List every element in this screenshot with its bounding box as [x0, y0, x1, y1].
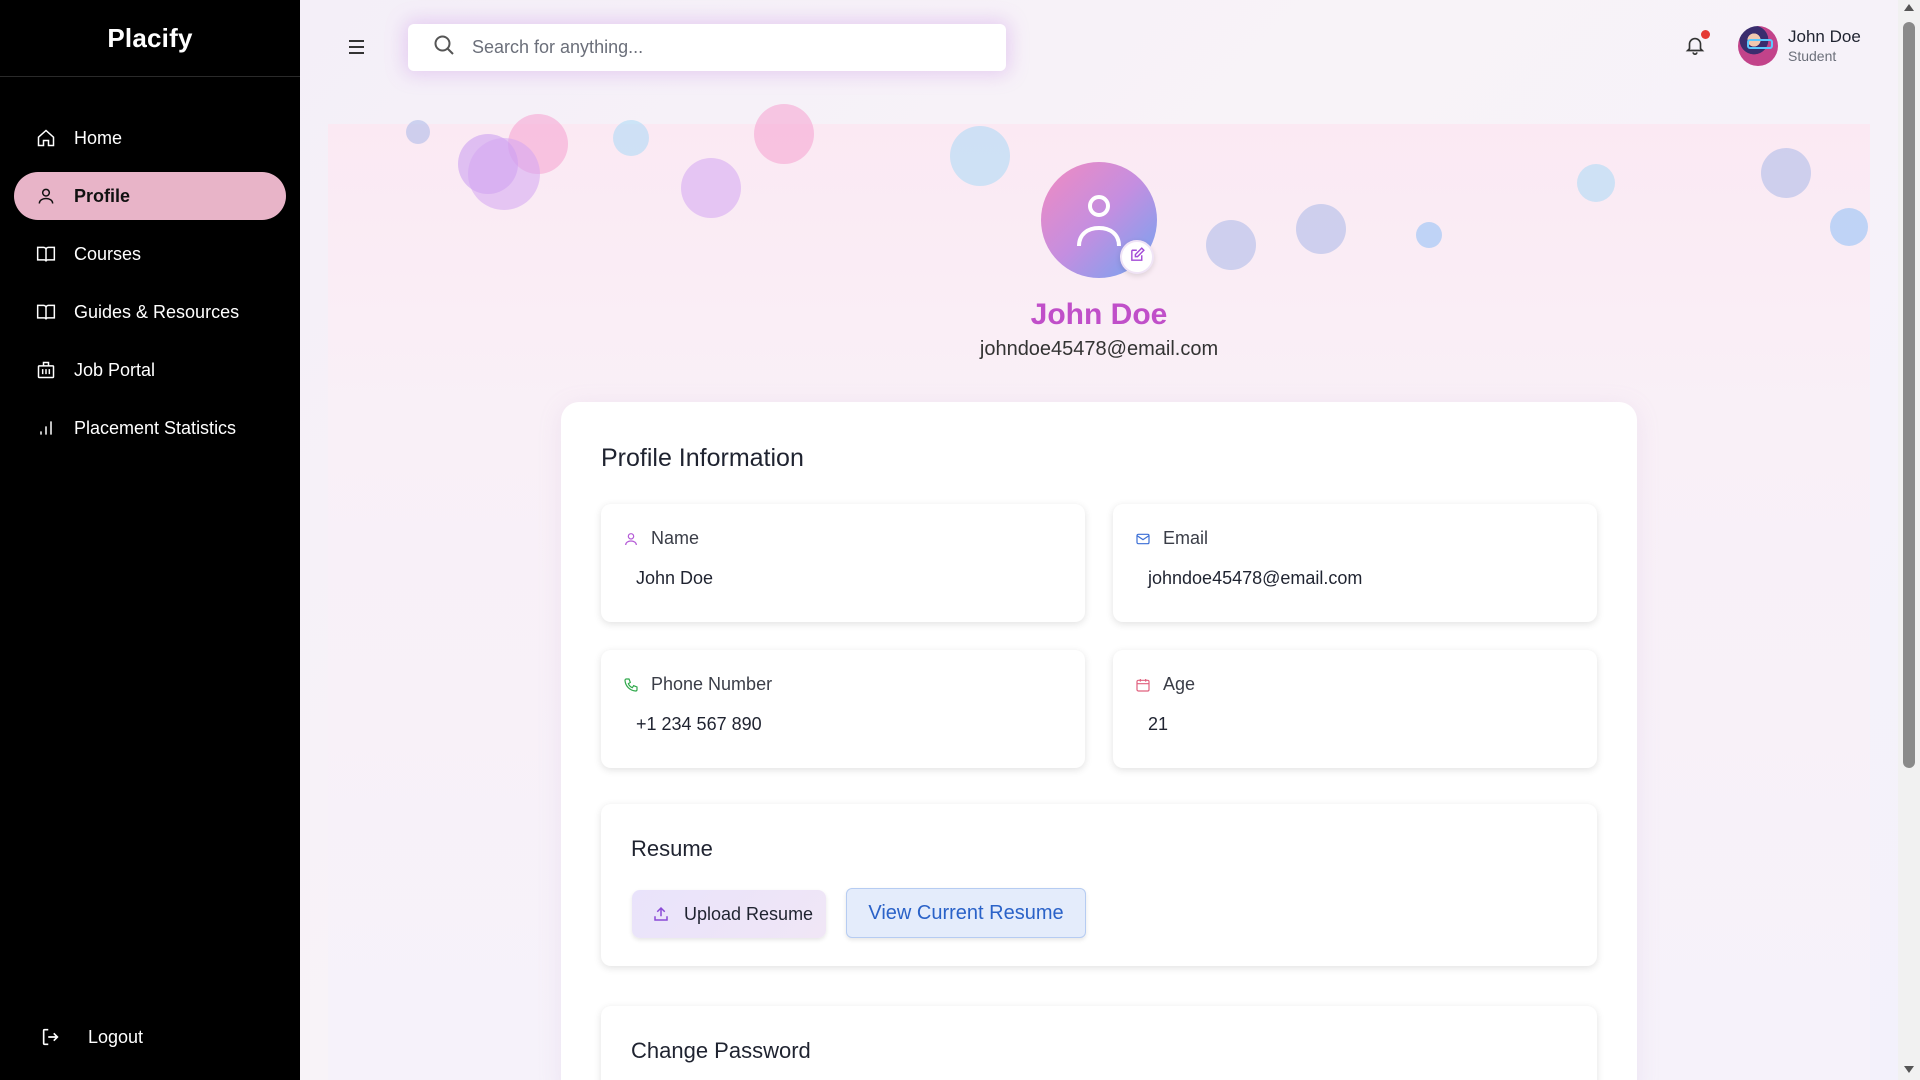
decorative-bubble [1830, 208, 1868, 246]
field-label: Phone Number [651, 674, 773, 694]
profile-name: John Doe [1030, 298, 1168, 331]
user-role: Student [1788, 47, 1837, 64]
user-name: John Doe [1788, 27, 1861, 47]
sidebar: Placify Home Profile Courses Guides & Re… [0, 0, 300, 1080]
decorative-bubble [1206, 220, 1256, 270]
sidebar-item-label: Home [74, 127, 123, 148]
building-icon [36, 360, 56, 380]
scroll-down-arrow-icon[interactable] [1904, 1066, 1914, 1073]
decorative-bubble [1577, 164, 1615, 202]
logout-button[interactable]: Logout [40, 1020, 143, 1054]
field-value: 21 [1148, 714, 1169, 734]
user-icon [36, 186, 56, 206]
avatar [1738, 26, 1778, 66]
user-menu[interactable]: John Doe Student [1738, 26, 1861, 66]
sidebar-item-placement-statistics[interactable]: Placement Statistics [14, 404, 286, 452]
bar-chart-icon [36, 418, 56, 438]
sidebar-item-label: Job Portal [74, 359, 156, 380]
field-value: johndoe45478@email.com [1148, 568, 1363, 588]
decorative-bubble [468, 138, 540, 210]
change-password-title: Change Password [631, 1038, 811, 1063]
sidebar-item-home[interactable]: Home [14, 114, 286, 162]
card-title: Profile Information [601, 444, 804, 472]
field-label: Name [651, 528, 700, 548]
upload-resume-button[interactable]: Upload Resume [632, 890, 826, 938]
scroll-up-arrow-icon[interactable] [1904, 4, 1914, 11]
sidebar-nav: Home Profile Courses Guides & Resources … [14, 114, 286, 462]
phone-field: Phone Number +1 234 567 890 [601, 650, 1085, 768]
search-icon [432, 33, 456, 62]
home-icon [36, 128, 56, 148]
sidebar-item-label: Placement Statistics [74, 417, 237, 438]
edit-icon [1129, 246, 1146, 268]
mail-icon [1136, 533, 1150, 544]
change-password-section: Change Password [601, 1006, 1597, 1080]
scrollbar[interactable] [1898, 0, 1920, 1080]
notification-button[interactable] [1684, 30, 1710, 62]
sidebar-item-label: Courses [74, 243, 142, 264]
search-bar[interactable] [408, 24, 1006, 71]
calendar-icon [1136, 678, 1150, 692]
email-field: Email johndoe45478@email.com [1113, 504, 1597, 622]
book-icon [36, 302, 56, 322]
decorative-bubble [613, 120, 649, 156]
profile-information-card: Profile Information Name John Doe Email … [561, 402, 1637, 1080]
main-area: John Doe Student John Doe johndoe45478@ [300, 0, 1898, 1080]
bell-icon [1684, 37, 1706, 60]
sidebar-item-label: Guides & Resources [74, 301, 240, 322]
scrollbar-thumb[interactable] [1903, 22, 1915, 768]
sidebar-item-label: Profile [74, 185, 131, 206]
phone-icon [624, 677, 638, 692]
decorative-bubble [1296, 204, 1346, 254]
upload-icon [654, 906, 668, 921]
topbar: John Doe Student [300, 0, 1898, 100]
age-field: Age 21 [1113, 650, 1597, 768]
view-current-resume-button[interactable]: View Current Resume [846, 888, 1086, 938]
notification-dot [1701, 30, 1710, 39]
field-label: Age [1163, 674, 1196, 694]
book-icon [36, 244, 56, 264]
name-field: Name John Doe [601, 504, 1085, 622]
logout-label: Logout [88, 1026, 144, 1047]
sidebar-item-courses[interactable]: Courses [14, 230, 286, 278]
profile-email: johndoe45478@email.com [979, 338, 1219, 360]
decorative-bubble [406, 120, 430, 144]
logout-icon [40, 1026, 62, 1048]
menu-toggle-button[interactable] [344, 36, 370, 58]
sidebar-item-job-portal[interactable]: Job Portal [14, 346, 286, 394]
decorative-bubble [950, 126, 1010, 186]
sidebar-item-guides-resources[interactable]: Guides & Resources [14, 288, 286, 336]
field-value: +1 234 567 890 [636, 714, 762, 734]
resume-section: Resume Upload Resume View Current Resume [601, 804, 1597, 966]
user-icon [1077, 195, 1121, 247]
decorative-bubble [681, 158, 741, 218]
profile-page: John Doe johndoe45478@email.com Profile … [328, 104, 1870, 1080]
field-value: John Doe [636, 568, 714, 588]
brand-logo[interactable]: Placify [0, 0, 300, 77]
decorative-bubble [1761, 148, 1811, 198]
search-input[interactable] [472, 37, 972, 58]
sidebar-item-profile[interactable]: Profile [14, 172, 286, 220]
decorative-bubble [754, 104, 814, 164]
decorative-bubble [1416, 222, 1442, 248]
resume-title: Resume [631, 836, 713, 861]
edit-avatar-button[interactable] [1120, 240, 1154, 274]
upload-resume-label: Upload Resume [684, 903, 814, 924]
field-label: Email [1163, 528, 1209, 548]
user-icon [625, 532, 637, 545]
